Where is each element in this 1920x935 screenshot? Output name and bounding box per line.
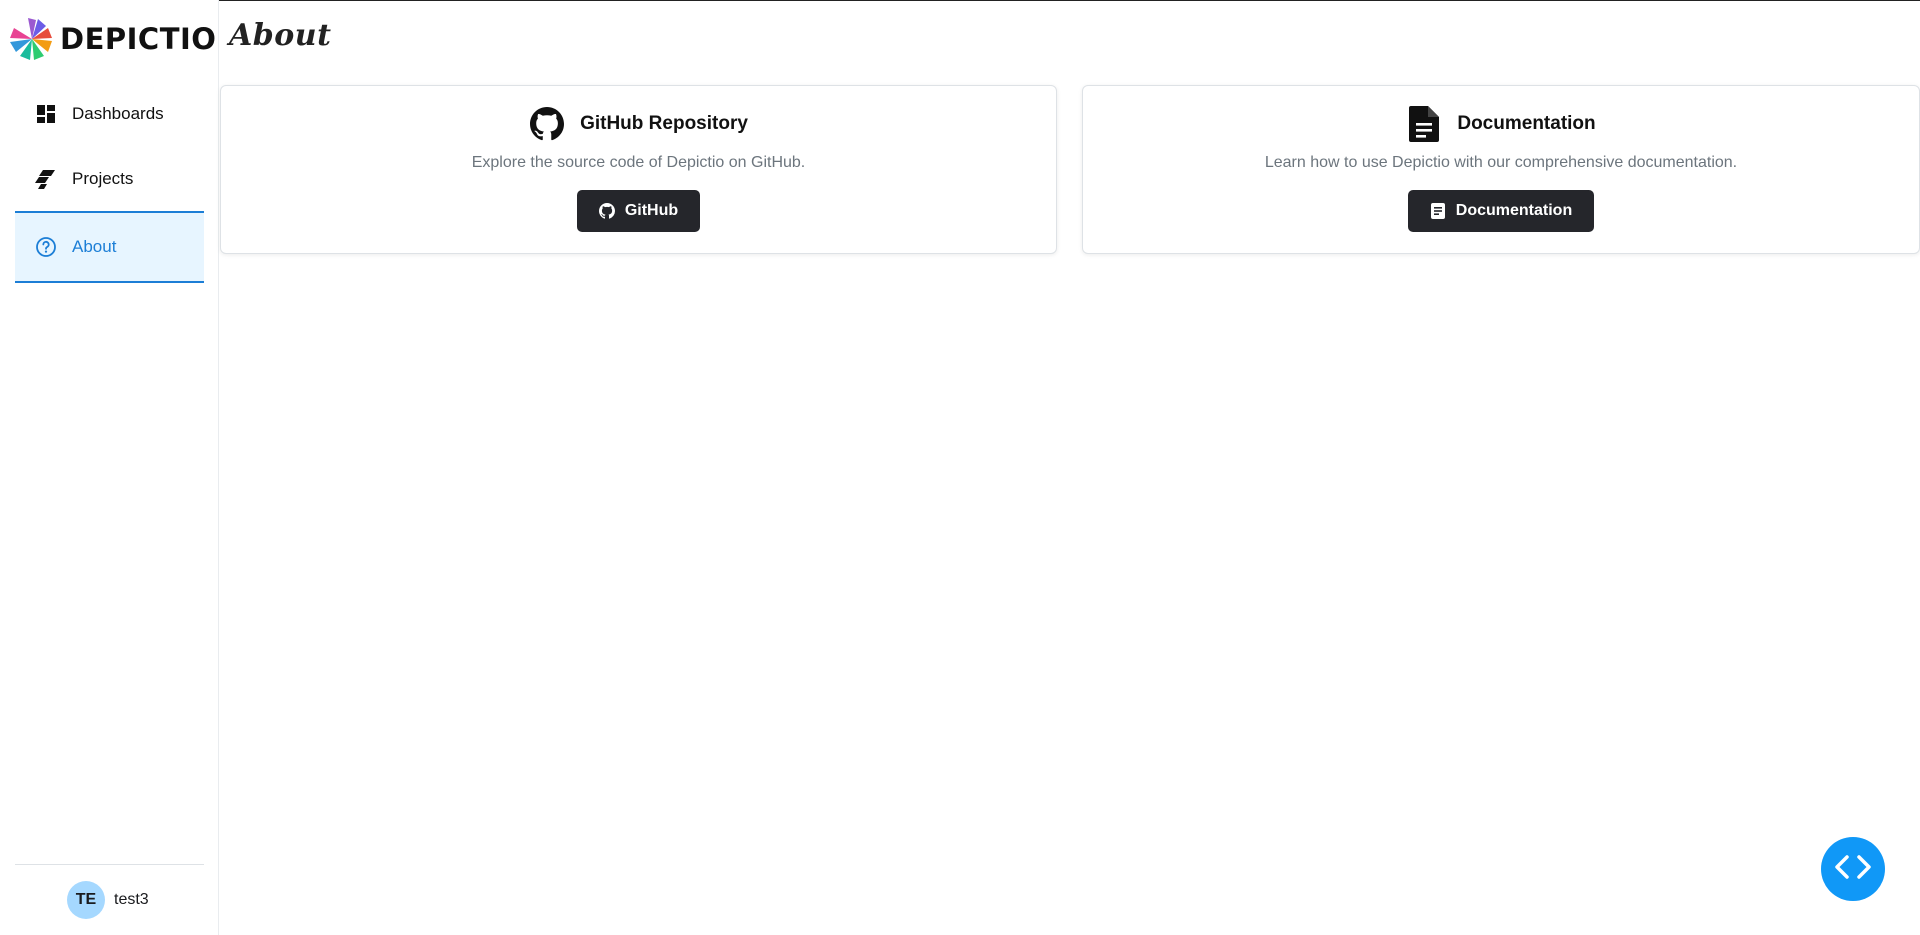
sidebar-item-about[interactable]: About (15, 211, 204, 283)
code-toggle-button[interactable] (1821, 837, 1885, 901)
sidebar-item-projects[interactable]: Projects (15, 146, 204, 211)
username: test3 (114, 891, 149, 908)
card-description: Explore the source code of Depictio on G… (471, 154, 806, 171)
button-label: GitHub (624, 202, 679, 219)
avatar[interactable]: TE (67, 881, 105, 919)
depictio-logo-icon (10, 18, 52, 60)
card-title: Documentation (1457, 113, 1596, 134)
github-button[interactable]: GitHub (576, 190, 701, 232)
card-header: GitHub Repository (221, 104, 1056, 144)
card-header: Documentation (1083, 104, 1919, 144)
app-logo[interactable]: DEPICTIO (8, 16, 216, 62)
help-circle-icon (35, 236, 57, 258)
projects-icon (35, 168, 57, 190)
dashboard-icon (35, 103, 57, 125)
sidebar-item-label: Dashboards (72, 103, 164, 123)
card-description: Learn how to use Depictio with our compr… (1264, 154, 1738, 171)
sidebar: DEPICTIO Dashboards Projects About TE te… (0, 0, 219, 935)
sidebar-item-label: Projects (72, 168, 134, 188)
github-icon (529, 106, 565, 142)
document-icon (1406, 106, 1442, 142)
window-top-border (0, 0, 1920, 1)
code-brackets-icon (1833, 853, 1873, 886)
page-title: About (229, 18, 332, 53)
sidebar-divider (15, 864, 204, 865)
documentation-card: Documentation Learn how to use Depictio … (1082, 85, 1920, 254)
github-icon (598, 203, 615, 219)
card-title: GitHub Repository (580, 113, 748, 134)
sidebar-nav: Dashboards Projects About (15, 81, 204, 283)
sidebar-item-dashboards[interactable]: Dashboards (15, 81, 204, 146)
document-icon (1430, 203, 1446, 219)
user-menu[interactable]: TE test3 (67, 881, 149, 919)
sidebar-item-label: About (72, 237, 117, 256)
button-label: Documentation (1455, 202, 1573, 219)
documentation-button[interactable]: Documentation (1407, 190, 1595, 232)
brand-name: DEPICTIO (60, 22, 217, 56)
github-card: GitHub Repository Explore the source cod… (220, 85, 1057, 254)
